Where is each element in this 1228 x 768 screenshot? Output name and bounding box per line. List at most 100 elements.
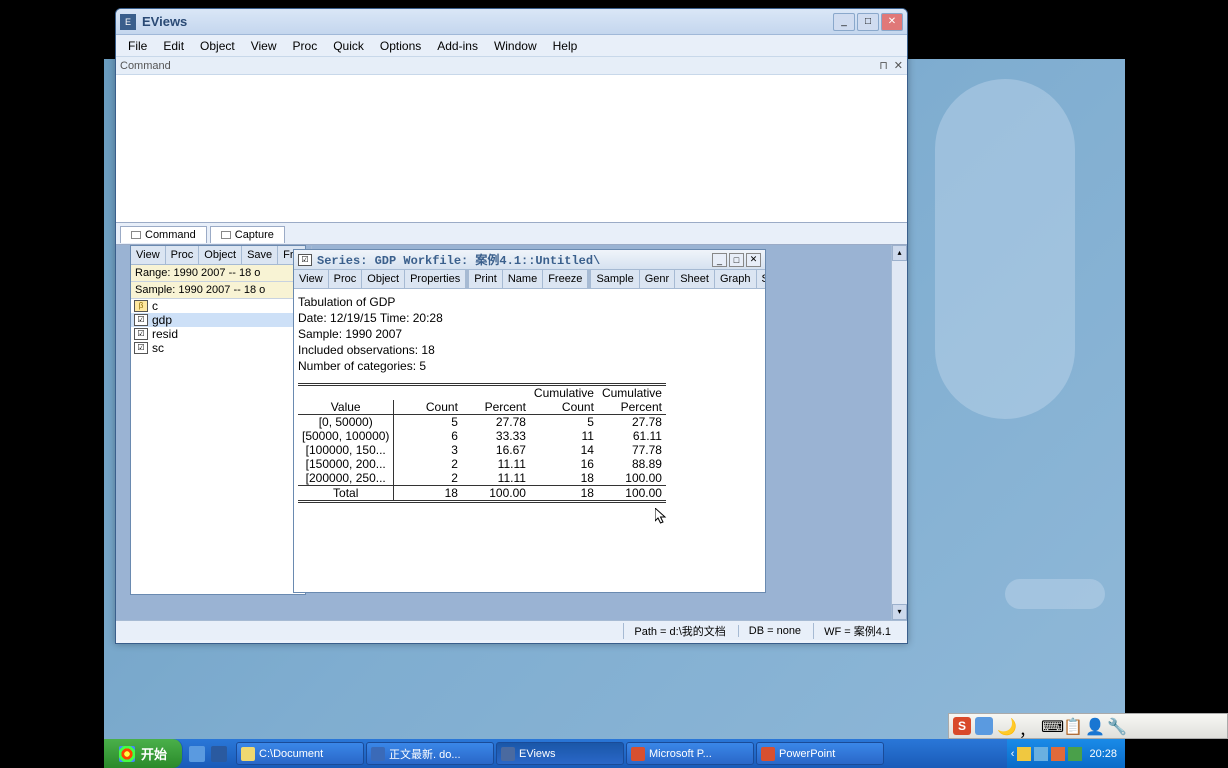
menu-object[interactable]: Object bbox=[192, 37, 243, 55]
tab-icon bbox=[221, 231, 231, 239]
menu-options[interactable]: Options bbox=[372, 37, 429, 55]
maximize-button[interactable]: □ bbox=[857, 13, 879, 31]
genr-button[interactable]: Genr bbox=[640, 270, 675, 288]
ime-sogou-icon[interactable]: S bbox=[953, 717, 971, 735]
menu-edit[interactable]: Edit bbox=[155, 37, 192, 55]
menu-view[interactable]: View bbox=[243, 37, 285, 55]
tab-info-line: Tabulation of GDP bbox=[298, 295, 761, 309]
list-item[interactable]: ☑gdp bbox=[131, 313, 305, 327]
app-icon: E bbox=[120, 14, 136, 30]
maximize-button[interactable]: □ bbox=[729, 253, 744, 267]
task-btn-powerpoint2[interactable]: PowerPoint bbox=[756, 742, 884, 765]
command-input[interactable] bbox=[116, 75, 907, 223]
quick-launch bbox=[183, 746, 233, 762]
taskbar-clock[interactable]: 20:28 bbox=[1085, 748, 1121, 760]
properties-button[interactable]: Properties bbox=[405, 270, 466, 288]
task-btn-explorer[interactable]: C:\Document bbox=[236, 742, 364, 765]
scroll-down-icon[interactable]: ▾ bbox=[892, 604, 907, 620]
list-item[interactable]: βc bbox=[131, 299, 305, 313]
ime-keyboard-icon[interactable]: ⌨ bbox=[1041, 717, 1059, 735]
tab-command[interactable]: Command bbox=[120, 226, 207, 243]
list-item[interactable]: ☑resid bbox=[131, 327, 305, 341]
wf-view-button[interactable]: View bbox=[131, 246, 166, 264]
graph-button[interactable]: Graph bbox=[715, 270, 757, 288]
series-icon: ☑ bbox=[134, 328, 148, 340]
tray-icon[interactable] bbox=[1068, 747, 1082, 761]
command-pane-header: Command ⊓ ✕ bbox=[116, 57, 907, 75]
start-button[interactable]: 开始 bbox=[104, 739, 183, 768]
menu-help[interactable]: Help bbox=[545, 37, 586, 55]
proc-button[interactable]: Proc bbox=[329, 270, 363, 288]
name-button[interactable]: Name bbox=[503, 270, 543, 288]
eviews-main-window: E EViews _ □ ✕ File Edit Object View Pro… bbox=[115, 8, 908, 644]
menu-file[interactable]: File bbox=[120, 37, 155, 55]
series-titlebar[interactable]: ☑ Series: GDP Workfile: 案例4.1::Untitled\… bbox=[294, 250, 765, 270]
command-tabs: Command Capture bbox=[116, 223, 907, 245]
taskbar-buttons: C:\Document 正文最新. do... EViews Microsoft… bbox=[233, 742, 1007, 765]
ime-pad-icon[interactable]: 📋 bbox=[1063, 717, 1081, 735]
close-button[interactable]: ✕ bbox=[746, 253, 761, 267]
minimize-button[interactable]: _ bbox=[712, 253, 727, 267]
system-tray: ‹ 20:28 bbox=[1007, 739, 1125, 768]
view-button[interactable]: View bbox=[294, 270, 329, 288]
task-btn-powerpoint[interactable]: Microsoft P... bbox=[626, 742, 754, 765]
menu-window[interactable]: Window bbox=[486, 37, 545, 55]
wf-object-button[interactable]: Object bbox=[199, 246, 242, 264]
wf-save-button[interactable]: Save bbox=[242, 246, 278, 264]
minimize-button[interactable]: _ bbox=[833, 13, 855, 31]
menu-quick[interactable]: Quick bbox=[325, 37, 372, 55]
series-title: Series: GDP Workfile: 案例4.1::Untitled\ bbox=[317, 251, 712, 268]
col-cum-percent: Percent bbox=[598, 400, 666, 415]
show-desktop-icon[interactable] bbox=[189, 746, 205, 762]
ime-language-bar[interactable]: S 🌙 ， ⌨ 📋 👤 🔧 bbox=[948, 713, 1228, 739]
task-btn-eviews[interactable]: EViews bbox=[496, 742, 624, 765]
col-percent: Percent bbox=[462, 400, 530, 415]
coef-icon: β bbox=[134, 300, 148, 312]
list-item[interactable]: ☑sc bbox=[131, 341, 305, 355]
tabulation-table: CumulativeCumulative ValueCountPercentCo… bbox=[298, 383, 666, 503]
ime-moon-icon[interactable]: 🌙 bbox=[997, 717, 1015, 735]
task-btn-word[interactable]: 正文最新. do... bbox=[366, 742, 494, 765]
tray-chevron-icon[interactable]: ‹ bbox=[1011, 748, 1015, 760]
tray-icon[interactable] bbox=[1017, 747, 1031, 761]
folder-icon bbox=[241, 747, 255, 761]
desktop-decoration bbox=[935, 79, 1075, 419]
series-toolbar: View Proc Object Properties Print Name F… bbox=[294, 270, 765, 289]
col-count: Count bbox=[394, 400, 462, 415]
tab-capture[interactable]: Capture bbox=[210, 226, 285, 243]
titlebar[interactable]: E EViews _ □ ✕ bbox=[116, 9, 907, 35]
tray-icon[interactable] bbox=[1034, 747, 1048, 761]
powerpoint-icon bbox=[761, 747, 775, 761]
menu-proc[interactable]: Proc bbox=[285, 37, 326, 55]
menu-addins[interactable]: Add-ins bbox=[429, 37, 486, 55]
status-path: Path = d:\我的文档 bbox=[623, 623, 735, 639]
ime-wrench-icon[interactable]: 🔧 bbox=[1107, 717, 1125, 735]
sample-button[interactable]: Sample bbox=[588, 270, 639, 288]
workfile-toolbar: View Proc Object Save Free bbox=[131, 246, 305, 265]
workspace-area: ▴ ▾ View Proc Object Save Free Range: 19… bbox=[116, 245, 907, 620]
ie-icon[interactable] bbox=[211, 746, 227, 762]
wf-proc-button[interactable]: Proc bbox=[166, 246, 200, 264]
freeze-button[interactable]: Freeze bbox=[543, 270, 588, 288]
close-button[interactable]: ✕ bbox=[881, 13, 903, 31]
tray-icon[interactable] bbox=[1051, 747, 1065, 761]
scroll-up-icon[interactable]: ▴ bbox=[892, 245, 907, 261]
close-pane-icon[interactable]: ✕ bbox=[894, 59, 903, 72]
series-icon: ☑ bbox=[134, 342, 148, 354]
workfile-object-list: βc ☑gdp ☑resid ☑sc bbox=[131, 299, 305, 355]
window-title: EViews bbox=[142, 14, 833, 29]
workspace-scrollbar[interactable]: ▴ ▾ bbox=[891, 245, 907, 620]
pin-icon[interactable]: ⊓ bbox=[879, 59, 888, 72]
menubar: File Edit Object View Proc Quick Options… bbox=[116, 35, 907, 57]
print-button[interactable]: Print bbox=[466, 270, 503, 288]
table-row: [50000, 100000)633.331161.11 bbox=[298, 429, 666, 443]
table-row: [150000, 200...211.111688.89 bbox=[298, 457, 666, 471]
ime-icon[interactable] bbox=[975, 717, 993, 735]
ime-user-icon[interactable]: 👤 bbox=[1085, 717, 1103, 735]
ime-punct-icon[interactable]: ， bbox=[1019, 717, 1037, 735]
series-window: ☑ Series: GDP Workfile: 案例4.1::Untitled\… bbox=[293, 249, 766, 593]
stats-button[interactable]: Stats bbox=[757, 270, 765, 288]
sheet-button[interactable]: Sheet bbox=[675, 270, 715, 288]
word-icon bbox=[371, 747, 385, 761]
object-button[interactable]: Object bbox=[362, 270, 405, 288]
